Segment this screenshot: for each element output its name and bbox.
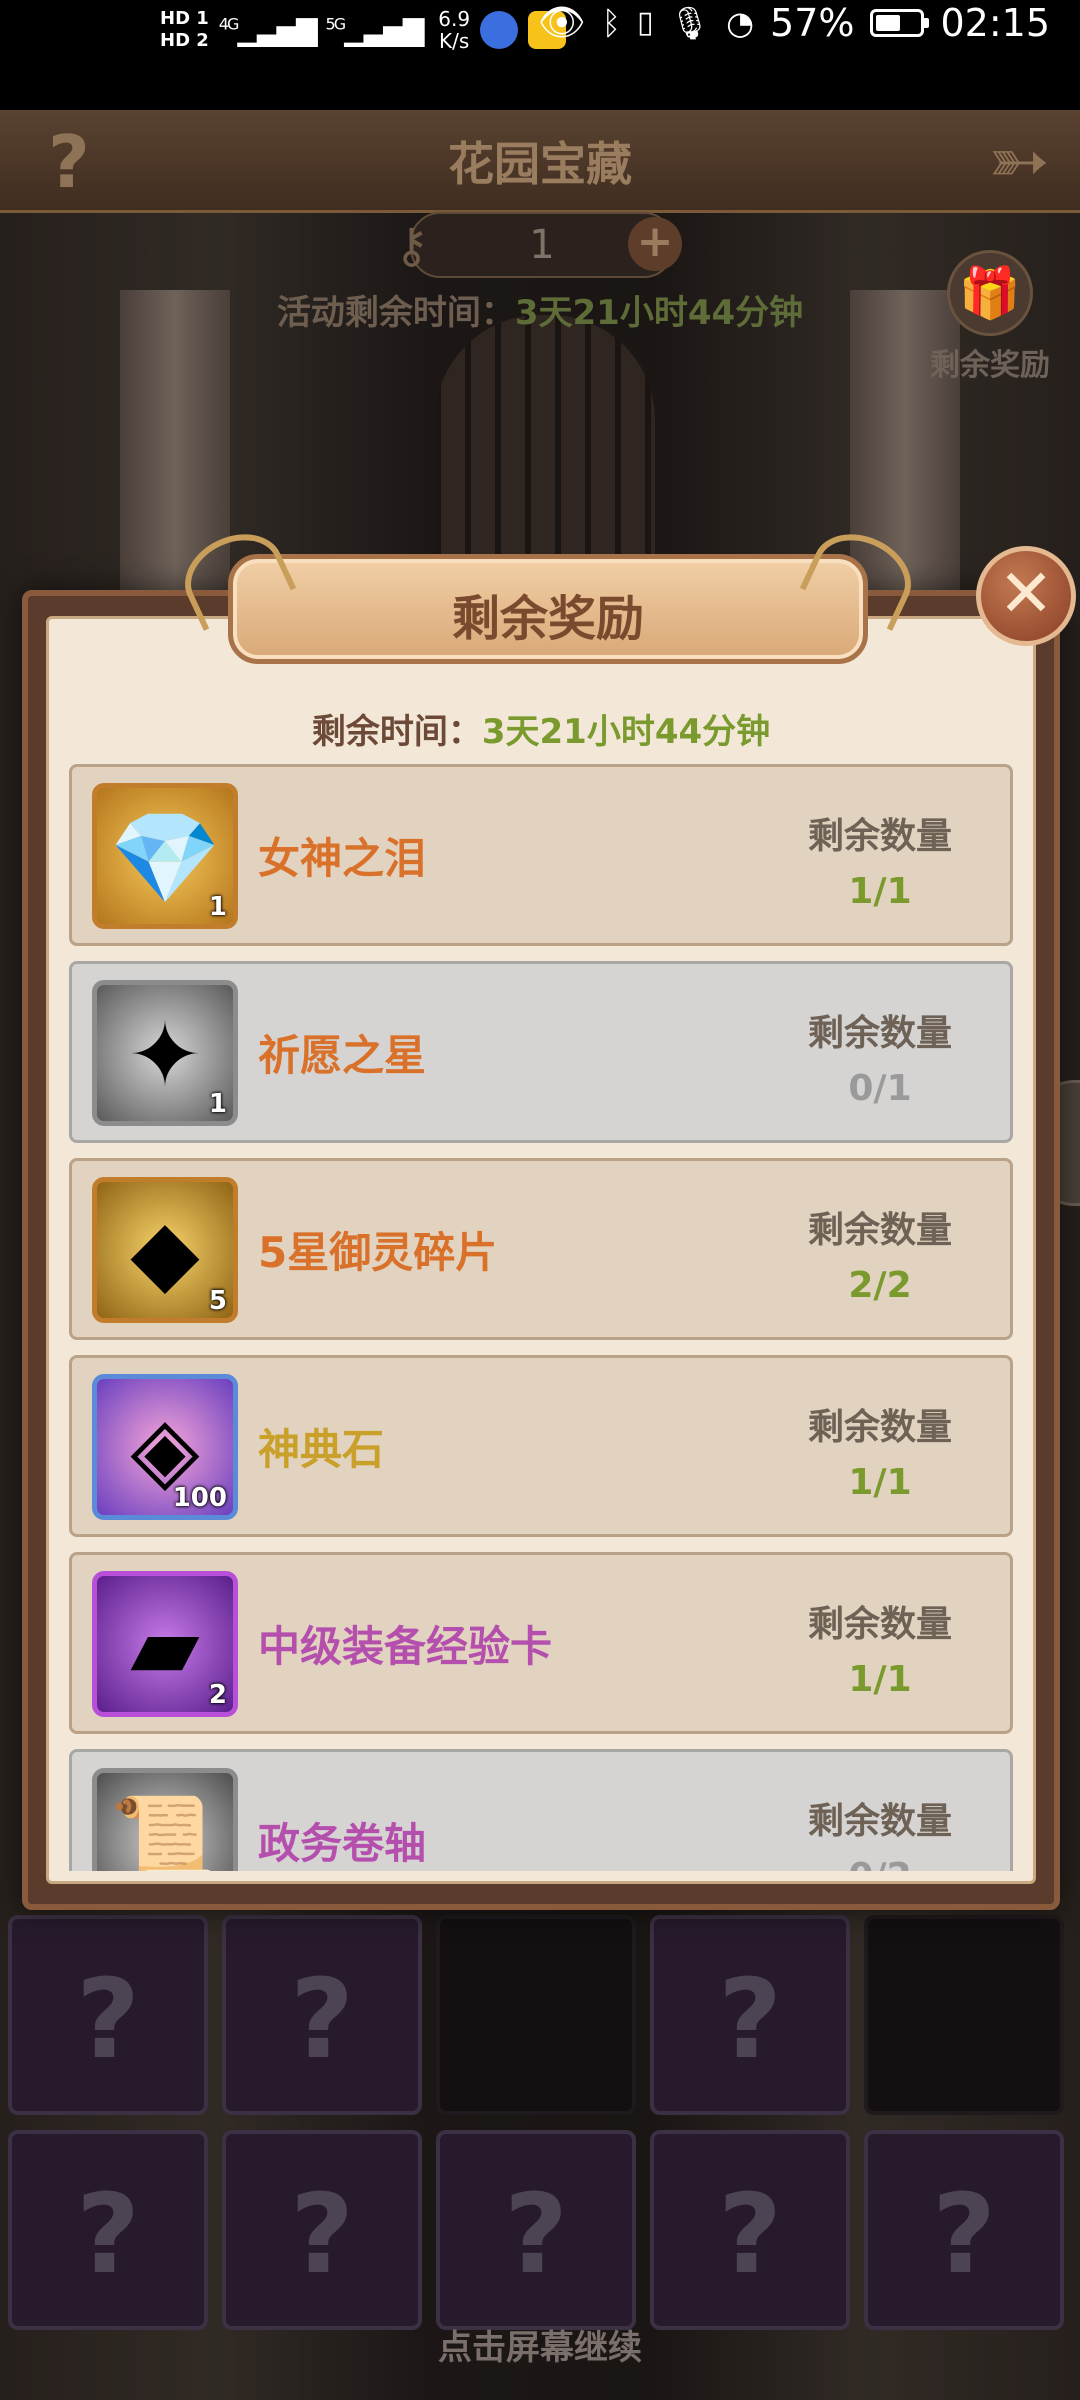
item-quantity: 1 <box>208 892 227 922</box>
item-name: 5星御灵碎片 <box>258 1227 498 1277</box>
remaining-count: 剩余数量 0/1 <box>790 1004 970 1109</box>
remaining-value: 0/2 <box>790 1856 970 1871</box>
hd1-label: HD 1 <box>160 8 209 29</box>
item-name: 神典石 <box>258 1424 385 1474</box>
item-quantity: 5 <box>208 1286 227 1316</box>
question-mark-icon: ? <box>718 1955 782 2083</box>
microphone-icon: 🎙 <box>669 3 711 42</box>
remaining-value: 1/1 <box>848 1659 912 1700</box>
add-key-button[interactable]: + <box>628 217 682 271</box>
event-timer: 活动剩余时间：3天21小时44分钟 <box>0 285 1080 334</box>
remaining-label: 剩余数量 <box>807 1013 952 1054</box>
remaining-count: 剩余数量 0/2 <box>790 1792 970 1871</box>
item-name: 政务卷轴 <box>258 1818 427 1868</box>
volte-indicator: HD 1 HD 2 <box>160 8 209 52</box>
remaining-label: 剩余数量 <box>807 1604 952 1645</box>
remaining-value: 1/1 <box>848 871 912 912</box>
top-bar: ? 花园宝藏 ➳ <box>0 110 1080 213</box>
remaining-value: 0/1 <box>848 1068 912 1109</box>
remaining-value: 2/2 <box>848 1265 912 1306</box>
mystery-card[interactable]: ? <box>650 1915 850 2115</box>
app-notification-icon <box>480 11 519 49</box>
remaining-label: 剩余数量 <box>807 1210 952 1251</box>
back-arrow-icon[interactable]: ➳ <box>988 118 1050 204</box>
speed-unit: K/s <box>439 29 470 53</box>
exp-card-icon[interactable]: ▰ 2 <box>92 1571 238 1717</box>
event-time-value: 3天21小时44分钟 <box>514 293 804 333</box>
vibrate-icon: ▯ <box>636 5 654 40</box>
reward-row: ✦ 1 祈愿之星 剩余数量 0/1 <box>69 961 1013 1143</box>
key-counter: ⚷ 1 + <box>394 212 682 278</box>
question-mark-icon: ? <box>76 2170 140 2298</box>
question-mark-icon: ? <box>718 2170 782 2298</box>
remaining-rewards-label: 剩余奖励 <box>930 348 1050 383</box>
tap-to-continue-hint[interactable]: 点击屏幕继续 <box>0 2320 1080 2369</box>
speed-value: 6.9 <box>438 7 471 31</box>
item-quantity: 100 <box>172 1483 227 1513</box>
mystery-card[interactable]: ? <box>864 2130 1064 2330</box>
mystery-card[interactable]: ? <box>650 2130 850 2330</box>
mystery-card[interactable]: ? <box>8 2130 208 2330</box>
time-value: 3天21小时44分钟 <box>481 712 771 752</box>
bluetooth-icon: ᛒ <box>601 3 621 42</box>
rainbow-gem-icon[interactable]: ◈ 100 <box>92 1374 238 1520</box>
item-name: 中级装备经验卡 <box>258 1621 553 1671</box>
item-quantity: 1 <box>208 1089 227 1119</box>
dialog-title: 剩余奖励 <box>451 591 644 647</box>
page-title: 花园宝藏 <box>448 137 632 191</box>
mystery-card[interactable]: ? <box>222 2130 422 2330</box>
time-label: 剩余时间： <box>311 712 482 752</box>
clock: 02:15 <box>940 0 1050 45</box>
remaining-label: 剩余数量 <box>807 1407 952 1448</box>
signal-4g-icon: 4G▁▃▅▇ <box>218 13 318 47</box>
reward-row: ◈ 100 神典石 剩余数量 1/1 <box>69 1355 1013 1537</box>
question-mark-icon: ? <box>290 2170 354 2298</box>
item-quantity: 2 <box>208 1680 227 1710</box>
close-button[interactable]: ✕ <box>976 546 1076 646</box>
hd2-label: HD 2 <box>160 30 209 51</box>
remaining-count: 剩余数量 1/1 <box>790 1595 970 1700</box>
reward-row: ▰ 2 中级装备经验卡 剩余数量 1/1 <box>69 1552 1013 1734</box>
question-mark-icon: ? <box>76 1955 140 2083</box>
speedometer-icon: ◔ <box>726 3 755 42</box>
remaining-value: 1/1 <box>848 1462 912 1503</box>
reward-row: 💎 1 女神之泪 剩余数量 1/1 <box>69 764 1013 946</box>
network-speed: 6.9 K/s <box>438 8 470 52</box>
battery-percent: 57% <box>770 0 855 45</box>
mystery-card[interactable]: ? <box>222 1915 422 2115</box>
reward-row: ◆ 5 5星御灵碎片 剩余数量 2/2 <box>69 1158 1013 1340</box>
status-bar: HD 1 HD 2 4G▁▃▅▇ 5G▁▃▅▇ 6.9 K/s 👁 ᛒ ▯ 🎙 … <box>0 0 1080 110</box>
remaining-label: 剩余数量 <box>807 1801 952 1842</box>
gift-icon: 🎁 <box>947 250 1033 336</box>
item-name: 祈愿之星 <box>258 1030 427 1080</box>
question-mark-icon: ? <box>504 2170 568 2298</box>
remaining-rewards-button[interactable]: 🎁 剩余奖励 <box>920 250 1060 384</box>
reward-list[interactable]: 💎 1 女神之泪 剩余数量 1/1 ✦ 1 祈愿之星 剩余数量 0/1 ◆ 5 5星御灵碎片 剩余数量 2/… <box>69 764 1013 1871</box>
opened-card-slot <box>864 1915 1064 2115</box>
dialog-banner: 剩余奖励 <box>228 554 868 664</box>
remaining-label: 剩余数量 <box>807 816 952 857</box>
remaining-count: 剩余数量 1/1 <box>790 807 970 912</box>
battery-icon <box>870 8 930 37</box>
item-glyph: 📜 <box>108 1791 222 1871</box>
blue-crystal-icon[interactable]: 💎 1 <box>92 783 238 929</box>
dialog-timer: 剩余时间：3天21小时44分钟 <box>49 704 1033 753</box>
opened-card-slot <box>436 1915 636 2115</box>
mystery-card[interactable]: ? <box>8 1915 208 2115</box>
gold-shard-icon[interactable]: ◆ 5 <box>92 1177 238 1323</box>
reward-row: 📜2 政务卷轴 剩余数量 0/2 <box>69 1749 1013 1871</box>
mystery-card[interactable]: ? <box>436 2130 636 2330</box>
wish-star-icon[interactable]: ✦ 1 <box>92 980 238 1126</box>
remaining-count: 剩余数量 2/2 <box>790 1201 970 1306</box>
dialog-body: 剩余时间：3天21小时44分钟 💎 1 女神之泪 剩余数量 1/1 ✦ 1 祈愿之星 剩余数量 0… <box>46 616 1036 1884</box>
eye-icon: 👁 <box>537 0 586 44</box>
remaining-count: 剩余数量 1/1 <box>790 1398 970 1503</box>
signal-5g-icon: 5G▁▃▅▇ <box>325 13 425 47</box>
event-time-label: 活动剩余时间： <box>276 293 515 333</box>
scroll-icon[interactable]: 📜2 <box>92 1768 238 1871</box>
item-name: 女神之泪 <box>258 833 427 883</box>
question-mark-icon: ? <box>290 1955 354 2083</box>
remaining-rewards-dialog: 剩余时间：3天21小时44分钟 💎 1 女神之泪 剩余数量 1/1 ✦ 1 祈愿之星 剩余数量 0… <box>22 546 1076 1910</box>
question-mark-icon: ? <box>932 2170 996 2298</box>
